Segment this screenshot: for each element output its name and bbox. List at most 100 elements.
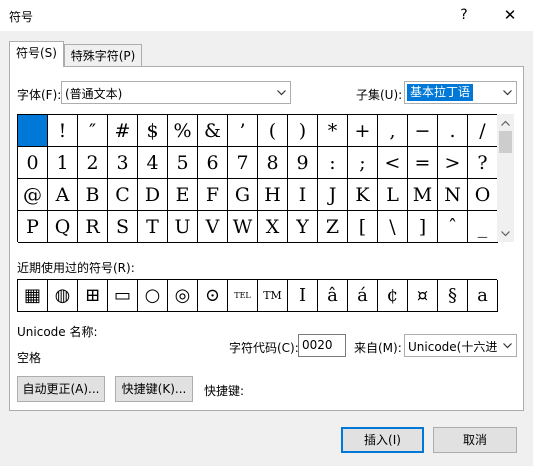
symbol-cell[interactable]: 2 — [78, 147, 108, 179]
symbol-cell[interactable]: V — [198, 211, 228, 243]
symbol-cell[interactable]: A — [48, 179, 78, 211]
symbol-cell[interactable]: [ — [348, 211, 378, 243]
symbol-grid-scrollbar[interactable] — [497, 114, 514, 242]
symbol-cell[interactable]: ? — [468, 147, 498, 179]
help-button[interactable]: ? — [446, 0, 482, 31]
insert-button[interactable]: 插入(I) — [341, 427, 424, 453]
recent-symbol-cell[interactable]: ◎ — [168, 280, 198, 312]
tab-symbols[interactable]: 符号(S) — [9, 41, 64, 67]
symbol-cell[interactable]: L — [378, 179, 408, 211]
symbol-cell[interactable]: < — [378, 147, 408, 179]
symbol-cell[interactable]: B — [78, 179, 108, 211]
scroll-thumb[interactable] — [499, 131, 512, 153]
recent-symbol-cell[interactable]: ◍ — [48, 280, 78, 312]
symbol-cell[interactable]: * — [318, 115, 348, 147]
symbol-cell[interactable]: $ — [138, 115, 168, 147]
symbol-cell[interactable]: I — [288, 179, 318, 211]
symbol-cell[interactable]: \ — [378, 211, 408, 243]
symbol-cell[interactable]: % — [168, 115, 198, 147]
symbol-cell[interactable]: Q — [48, 211, 78, 243]
symbol-cell[interactable]: O — [468, 179, 498, 211]
recent-symbol-cell[interactable]: TM — [258, 280, 288, 312]
recent-symbol-cell[interactable]: á — [348, 280, 378, 312]
symbol-cell[interactable]: F — [198, 179, 228, 211]
symbol-cell[interactable]: ; — [348, 147, 378, 179]
symbol-cell[interactable]: ’ — [228, 115, 258, 147]
chevron-down-icon[interactable] — [499, 82, 516, 103]
symbol-cell[interactable]: 4 — [138, 147, 168, 179]
recent-symbol-cell[interactable]: ▦ — [18, 280, 48, 312]
from-label: 来自(M): — [354, 341, 402, 355]
symbol-cell[interactable]: 6 — [198, 147, 228, 179]
shortcut-key-button[interactable]: 快捷键(K)... — [115, 376, 193, 402]
symbol-cell[interactable]: @ — [18, 179, 48, 211]
symbol-cell[interactable]: D — [138, 179, 168, 211]
symbol-cell[interactable] — [18, 115, 48, 147]
symbol-cell[interactable]: ] — [408, 211, 438, 243]
symbol-cell[interactable]: P — [18, 211, 48, 243]
symbol-cell[interactable]: _ — [468, 211, 498, 243]
scroll-down-icon[interactable] — [497, 225, 514, 242]
recent-symbol-cell[interactable]: ¢ — [378, 280, 408, 312]
recent-symbol-cell[interactable]: ▭ — [108, 280, 138, 312]
symbol-cell[interactable]: , — [378, 115, 408, 147]
symbol-cell[interactable]: G — [228, 179, 258, 211]
recent-symbol-cell[interactable]: ¤ — [408, 280, 438, 312]
symbol-cell[interactable]: T — [138, 211, 168, 243]
symbol-cell[interactable]: R — [78, 211, 108, 243]
symbol-cell[interactable]: : — [318, 147, 348, 179]
symbol-cell[interactable]: U — [168, 211, 198, 243]
font-select[interactable]: (普通文本) — [61, 81, 291, 104]
symbol-cell[interactable]: E — [168, 179, 198, 211]
recent-symbol-cell[interactable]: a — [468, 280, 498, 312]
chevron-down-icon[interactable] — [499, 335, 516, 356]
symbol-cell[interactable]: & — [198, 115, 228, 147]
symbol-cell[interactable]: # — [108, 115, 138, 147]
symbol-cell[interactable]: > — [438, 147, 468, 179]
symbol-cell[interactable]: / — [468, 115, 498, 147]
recent-symbol-cell[interactable]: § — [438, 280, 468, 312]
symbol-cell[interactable]: S — [108, 211, 138, 243]
symbol-cell[interactable]: ) — [288, 115, 318, 147]
recent-symbol-cell[interactable]: ⊙ — [198, 280, 228, 312]
symbol-cell[interactable]: 7 — [228, 147, 258, 179]
chevron-down-icon[interactable] — [273, 82, 290, 103]
symbol-cell[interactable]: + — [348, 115, 378, 147]
recent-symbol-cell[interactable]: TEL — [228, 280, 258, 312]
symbol-cell[interactable]: M — [408, 179, 438, 211]
symbol-cell[interactable]: J — [318, 179, 348, 211]
close-button[interactable]: ✕ — [490, 0, 530, 31]
autocorrect-button[interactable]: 自动更正(A)... — [17, 376, 105, 402]
recent-symbol-cell[interactable]: â — [318, 280, 348, 312]
symbol-cell[interactable]: ! — [48, 115, 78, 147]
symbol-cell[interactable]: 0 — [18, 147, 48, 179]
symbol-cell[interactable]: − — [408, 115, 438, 147]
symbol-cell[interactable]: 3 — [108, 147, 138, 179]
symbol-cell[interactable]: H — [258, 179, 288, 211]
subset-select[interactable]: 基本拉丁语 — [404, 81, 517, 104]
symbol-cell[interactable]: 5 — [168, 147, 198, 179]
char-code-input[interactable]: 0020 — [298, 334, 346, 357]
scroll-up-icon[interactable] — [497, 114, 514, 131]
symbol-cell[interactable]: X — [258, 211, 288, 243]
symbol-cell[interactable]: 9 — [288, 147, 318, 179]
symbol-cell[interactable]: ″ — [78, 115, 108, 147]
symbol-cell[interactable]: ( — [258, 115, 288, 147]
symbol-cell[interactable]: = — [408, 147, 438, 179]
symbol-cell[interactable]: Z — [318, 211, 348, 243]
symbol-cell[interactable]: Y — [288, 211, 318, 243]
cancel-button[interactable]: 取消 — [433, 427, 517, 453]
recent-symbol-cell[interactable]: ○ — [138, 280, 168, 312]
symbol-cell[interactable]: W — [228, 211, 258, 243]
symbol-cell[interactable]: 1 — [48, 147, 78, 179]
symbol-cell[interactable]: K — [348, 179, 378, 211]
symbol-cell[interactable]: N — [438, 179, 468, 211]
from-select[interactable]: Unicode(十六进 — [404, 334, 517, 357]
recent-symbol-cell[interactable]: I — [288, 280, 318, 312]
recent-symbol-cell[interactable]: ⊞ — [78, 280, 108, 312]
symbol-cell[interactable]: 8 — [258, 147, 288, 179]
tab-special-characters[interactable]: 特殊字符(P) — [64, 44, 142, 68]
symbol-cell[interactable]: . — [438, 115, 468, 147]
symbol-cell[interactable]: ˆ — [438, 211, 468, 243]
symbol-cell[interactable]: C — [108, 179, 138, 211]
